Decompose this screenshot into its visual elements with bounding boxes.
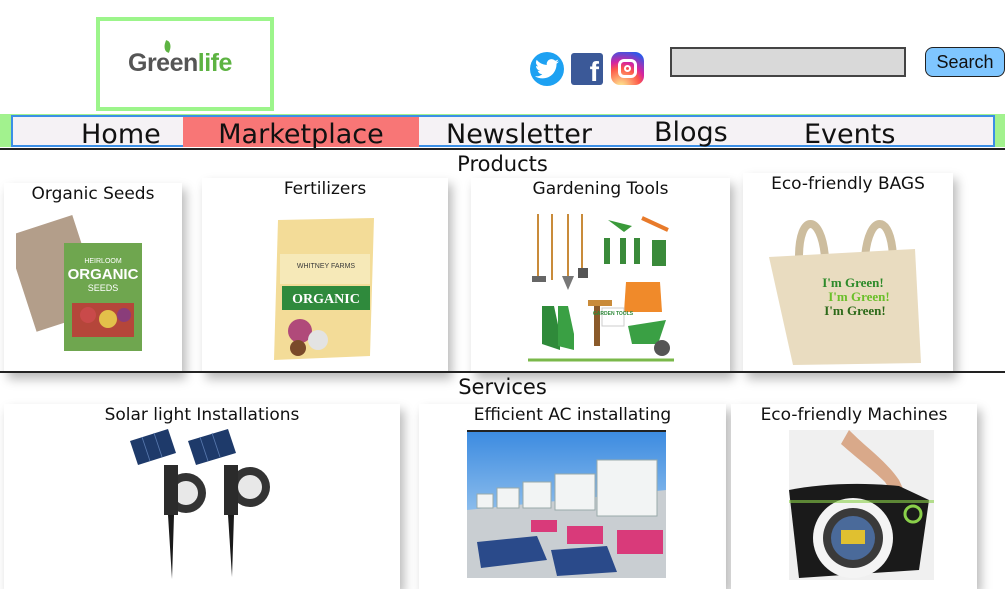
logo-text: Greenlife <box>128 49 232 78</box>
facebook-icon[interactable]: f <box>571 53 603 85</box>
product-title: Fertilizers <box>283 179 367 199</box>
seeds-pack-line1: HEIRLOOM <box>84 258 122 265</box>
logo[interactable]: Greenlife <box>96 17 274 111</box>
product-card-gardening-tools[interactable]: Gardening Tools GARDEN TOOLS <box>471 178 730 373</box>
service-title: Efficient AC installating <box>473 405 672 425</box>
product-card-organic-seeds[interactable]: Organic Seeds HEIRLOOM ORGANIC SEEDS <box>4 183 182 373</box>
search-button[interactable]: Search <box>925 47 1005 77</box>
service-title: Solar light Installations <box>104 405 300 425</box>
nav-item-home[interactable]: Home <box>81 117 161 150</box>
bike-washing-machine-image <box>789 430 934 580</box>
product-title: Gardening Tools <box>532 179 669 199</box>
seeds-pack-line3: SEEDS <box>88 283 119 293</box>
rooftop-ac-image <box>467 430 666 578</box>
product-title: Organic Seeds <box>31 184 155 204</box>
services-section: Services Solar light Installations Effic… <box>0 371 1005 589</box>
product-card-eco-bags[interactable]: Eco-friendly BAGS I'm Green! I'm Green! … <box>743 173 953 373</box>
product-card-fertilizers[interactable]: Fertilizers WHITNEY FARMS ORGANIC <box>202 178 448 373</box>
organic-seeds-image: HEIRLOOM ORGANIC SEEDS <box>5 215 146 355</box>
nav-item-marketplace[interactable]: Marketplace <box>183 117 419 150</box>
main-nav: Home Marketplace Newsletter Blogs Events <box>11 115 995 150</box>
gardening-tools-image: GARDEN TOOLS <box>528 210 674 362</box>
tote-text-line1: I'm Green! <box>822 275 884 290</box>
garden-tools-sign: GARDEN TOOLS <box>593 311 634 317</box>
logo-text-life: life <box>197 49 233 77</box>
nav-item-events[interactable]: Events <box>804 117 895 150</box>
fertilizer-text: ORGANIC <box>292 292 360 307</box>
logo-text-green: Green <box>128 49 198 77</box>
service-card-solar-lights[interactable]: Solar light Installations <box>4 404 400 589</box>
seeds-pack-line2: ORGANIC <box>68 266 139 283</box>
service-title: Eco-friendly Machines <box>760 405 948 425</box>
tote-text-line3: I'm Green! <box>824 303 886 318</box>
instagram-icon[interactable] <box>611 52 644 85</box>
twitter-icon[interactable] <box>530 52 564 86</box>
service-card-ac-installation[interactable]: Efficient AC installating <box>419 404 726 589</box>
services-title: Services <box>458 375 547 399</box>
nav-item-newsletter[interactable]: Newsletter <box>446 117 592 150</box>
search-input[interactable] <box>670 47 906 77</box>
service-card-eco-machines[interactable]: Eco-friendly Machines <box>731 404 977 589</box>
products-section: Products Organic Seeds HEIRLOOM ORGANIC … <box>0 148 1005 373</box>
fertilizer-brand: WHITNEY FARMS <box>297 263 356 270</box>
nav-item-blogs[interactable]: Blogs <box>654 117 728 148</box>
product-title: Eco-friendly BAGS <box>771 174 925 194</box>
solar-lights-image <box>124 429 278 581</box>
tote-bag-image: I'm Green! I'm Green! I'm Green! <box>765 207 925 367</box>
fertilizer-bag-image: WHITNEY FARMS ORGANIC <box>270 216 380 362</box>
tote-text-line2: I'm Green! <box>828 289 890 304</box>
